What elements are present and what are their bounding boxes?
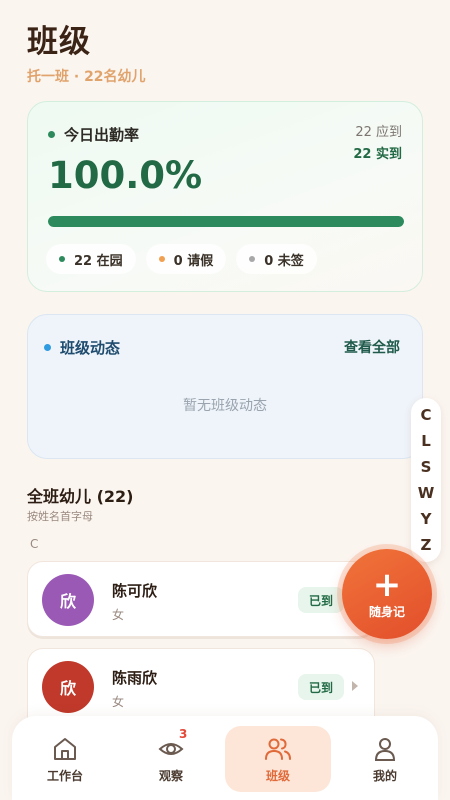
activity-title-row: 班级动态 (44, 337, 120, 358)
index-letter-s[interactable]: S (421, 458, 432, 476)
nav-label-mine: 我的 (372, 768, 397, 783)
child-card[interactable]: 欣 陈雨欣 女 已到 (27, 648, 375, 718)
child-card[interactable]: 欣 陈可欣 女 已到 (27, 561, 375, 637)
nav-item-workbench[interactable]: 工作台 (12, 726, 118, 792)
class-activity-card: 班级动态 查看全部 暂无班级动态 (27, 314, 423, 459)
index-letter-w[interactable]: W (418, 484, 435, 502)
attendance-actual: 22 实到 (353, 147, 402, 162)
roster-subtitle: 按姓名首字母 (27, 510, 93, 523)
activity-dot (44, 344, 51, 351)
alphabet-index[interactable]: C L S W Y Z (411, 398, 441, 562)
present-dot (59, 256, 65, 262)
child-name: 陈可欣 (112, 582, 158, 600)
attendance-rate: 100.0% (48, 154, 203, 197)
index-letter-l[interactable]: L (421, 432, 431, 450)
child-gender: 女 (112, 695, 125, 709)
leave-dot (158, 256, 165, 262)
nav-item-observe[interactable]: 3 观察 (118, 726, 224, 792)
nav-label-observe: 观察 (158, 768, 183, 783)
stat-leave[interactable]: 0 请假 (145, 244, 227, 274)
observe-badge: 3 (179, 726, 188, 741)
activity-empty-text: 暂无班级动态 (183, 398, 267, 414)
attendance-title-row: 今日出勤率 (48, 124, 139, 145)
home-icon (51, 735, 79, 763)
attendance-progress-fill (48, 216, 404, 227)
stat-unsigned[interactable]: 0 未签 (236, 244, 317, 274)
nav-label-class: 班级 (265, 768, 290, 783)
index-letter-c[interactable]: C (420, 406, 431, 424)
user-icon (371, 735, 399, 763)
roster-title: 全班幼儿 (22) (27, 487, 134, 506)
index-letter-y[interactable]: Y (421, 510, 432, 528)
section-letter: C (30, 537, 39, 551)
view-all-link[interactable]: 查看全部 (344, 337, 400, 357)
attendance-title: 今日出勤率 (64, 126, 140, 144)
attendance-stats: 22 在园 0 请假 0 未签 (46, 244, 317, 274)
chevron-right-icon (352, 681, 358, 691)
attendance-progress-bar (48, 216, 404, 227)
nav-item-mine[interactable]: 我的 (332, 726, 438, 792)
bottom-nav: 工作台 3 观察 班级 我的 (12, 716, 438, 800)
status-badge: 已到 (297, 587, 344, 613)
child-gender: 女 (112, 608, 125, 622)
avatar: 欣 (42, 661, 94, 713)
stat-leave-label: 0 请假 (173, 253, 214, 269)
attendance-card[interactable]: 今日出勤率 100.0% 22 应到 22 实到 22 在园 0 请假 0 未签 (27, 101, 423, 292)
index-letter-z[interactable]: Z (421, 536, 432, 554)
page-title: 班级 (27, 24, 91, 60)
attendance-dot (48, 131, 55, 138)
nav-item-class[interactable]: 班级 (225, 726, 331, 792)
nav-label-workbench: 工作台 (46, 768, 83, 783)
quick-note-button[interactable]: + 随身记 (342, 549, 432, 639)
unsigned-dot (249, 256, 256, 262)
attendance-expected: 22 应到 (355, 125, 402, 140)
status-badge: 已到 (297, 674, 344, 700)
attendance-counts: 22 应到 22 实到 (353, 122, 402, 166)
eye-icon: 3 (157, 727, 187, 763)
plus-icon: + (372, 564, 402, 605)
quick-note-label: 随身记 (368, 604, 405, 619)
stat-present[interactable]: 22 在园 (46, 244, 136, 274)
stat-unsigned-label: 0 未签 (264, 253, 304, 269)
users-icon (264, 735, 292, 763)
page-subtitle: 托一班 · 22名幼儿 (27, 69, 146, 85)
activity-title: 班级动态 (60, 339, 121, 357)
stat-present-label: 22 在园 (74, 253, 123, 269)
child-name: 陈雨欣 (112, 669, 158, 687)
avatar: 欣 (42, 574, 94, 626)
